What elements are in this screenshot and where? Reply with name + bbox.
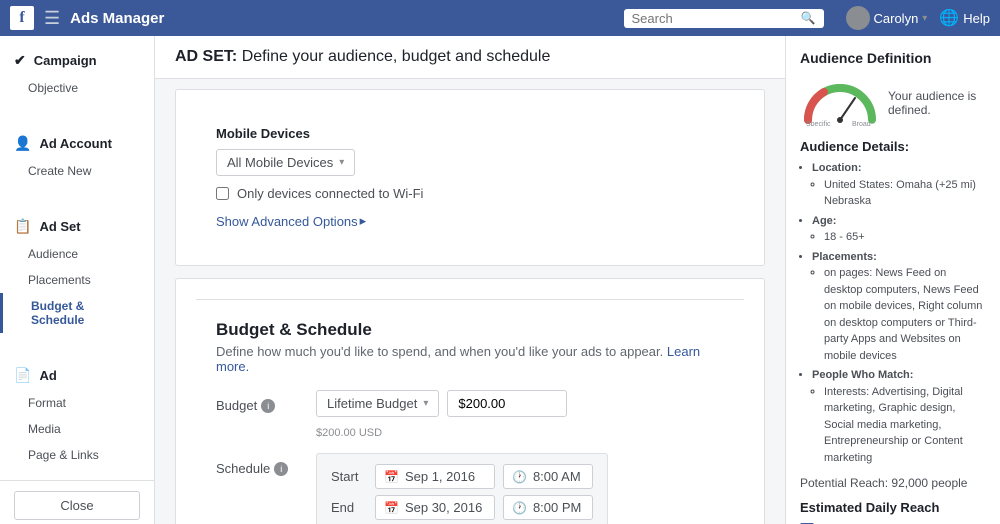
help-button[interactable]: 🌐 Help: [939, 8, 990, 28]
end-date-input[interactable]: 📅 Sep 30, 2016: [375, 495, 495, 520]
search-input[interactable]: [632, 11, 797, 26]
audience-def-title: Audience Definition: [800, 50, 986, 66]
sidebar-section-ad: 📄 Ad Format Media Page & Links: [0, 361, 154, 468]
sidebar-item-format[interactable]: Format: [0, 390, 154, 416]
audience-details-list: Location: United States: Omaha (+25 mi) …: [800, 160, 986, 466]
sidebar-section-ad-account: 👤 Ad Account Create New: [0, 129, 154, 184]
user-menu[interactable]: Carolyn ▾: [846, 6, 928, 30]
gauge-container: Specific Broad Your audience is defined.: [800, 76, 986, 129]
top-nav: f ☰ Ads Manager 🔍 Carolyn ▾ 🌐 Help: [0, 0, 1000, 36]
sidebar-item-ad-set[interactable]: 📋 Ad Set: [0, 212, 154, 241]
sidebar-item-ad-account[interactable]: 👤 Ad Account: [0, 129, 154, 158]
calendar-icon: 📅: [384, 470, 399, 484]
ad-set-icon: 📋: [14, 218, 31, 235]
ad-icon: 📄: [14, 367, 31, 384]
page-header-prefix: AD SET:: [175, 48, 237, 65]
gauge-wrap: Specific Broad: [800, 76, 880, 129]
schedule-grid: Start 📅 Sep 1, 2016 🕐 8:00 AM: [316, 453, 608, 524]
app-title: Ads Manager: [70, 10, 164, 27]
sidebar-item-create-new[interactable]: Create New: [0, 158, 154, 184]
close-button[interactable]: Close: [14, 491, 140, 520]
mobile-devices-select[interactable]: All Mobile Devices ▾: [216, 149, 355, 176]
top-nav-right: Carolyn ▾ 🌐 Help: [846, 6, 991, 30]
budget-control: Lifetime Budget ▾ $200.00 USD: [316, 390, 641, 439]
avatar: [846, 6, 870, 30]
right-panel: Audience Definition Specific Broad: [785, 36, 1000, 524]
audience-details-title: Audience Details:: [800, 139, 986, 154]
page-header-title: Define your audience, budget and schedul…: [242, 48, 551, 65]
sidebar-item-campaign[interactable]: ✔ Campaign: [0, 46, 154, 75]
budget-section: Budget & Schedule Define how much you'd …: [196, 299, 744, 524]
budget-type-select[interactable]: Lifetime Budget ▾: [316, 390, 439, 417]
wifi-checkbox[interactable]: [216, 187, 229, 200]
budget-schedule-card: Budget & Schedule Define how much you'd …: [175, 278, 765, 524]
detail-people-match: People Who Match: Interests: Advertising…: [812, 367, 986, 466]
mobile-devices-label: Mobile Devices: [216, 126, 724, 141]
start-row: Start 📅 Sep 1, 2016 🕐 8:00 AM: [331, 464, 593, 489]
sidebar-section-ad-set: 📋 Ad Set Audience Placements Budget & Sc…: [0, 212, 154, 333]
start-time-input[interactable]: 🕐 8:00 AM: [503, 464, 593, 489]
budget-title: Budget & Schedule: [216, 320, 724, 340]
facebook-logo: f: [10, 6, 34, 30]
sidebar-item-page-links[interactable]: Page & Links: [0, 442, 154, 468]
search-box: 🔍: [624, 9, 824, 28]
page-header: AD SET: Define your audience, budget and…: [155, 36, 785, 79]
sidebar-item-media[interactable]: Media: [0, 416, 154, 442]
audience-gauge: Specific Broad: [800, 76, 880, 126]
calendar-icon-end: 📅: [384, 501, 399, 515]
svg-text:Specific: Specific: [806, 121, 831, 126]
clock-icon-end: 🕐: [512, 501, 527, 515]
show-advanced-mobile-link[interactable]: Show Advanced Options ▸: [216, 213, 366, 229]
content-area: Mobile Devices All Mobile Devices ▾ Only…: [155, 79, 785, 524]
svg-text:Broad: Broad: [852, 121, 871, 126]
schedule-info-icon[interactable]: i: [274, 462, 288, 476]
globe-icon: 🌐: [939, 8, 959, 28]
detail-placements: Placements: on pages: News Feed on deskt…: [812, 249, 986, 365]
dropdown-chevron-icon: ▾: [339, 157, 344, 168]
potential-reach: Potential Reach: 92,000 people: [800, 476, 986, 490]
sidebar-item-budget-schedule[interactable]: Budget & Schedule: [0, 293, 154, 333]
campaign-check-icon: ✔: [14, 52, 26, 69]
schedule-control: Start 📅 Sep 1, 2016 🕐 8:00 AM: [316, 453, 608, 524]
schedule-label: Schedule i: [216, 453, 316, 476]
estimated-daily-title: Estimated Daily Reach: [800, 500, 986, 515]
end-label: End: [331, 500, 367, 515]
menu-icon[interactable]: ☰: [44, 8, 60, 29]
sidebar-section-campaign: ✔ Campaign Objective: [0, 46, 154, 101]
sidebar-item-placements[interactable]: Placements: [0, 267, 154, 293]
sidebar: ✔ Campaign Objective 👤 Ad Account Create…: [0, 36, 155, 524]
budget-hint: $200.00 USD: [316, 427, 641, 439]
start-label: Start: [331, 469, 367, 484]
sidebar-item-audience[interactable]: Audience: [0, 241, 154, 267]
search-icon: 🔍: [801, 11, 816, 25]
budget-amount-input[interactable]: [447, 390, 567, 417]
sidebar-item-objective[interactable]: Objective: [0, 75, 154, 101]
end-time-input[interactable]: 🕐 8:00 PM: [503, 495, 593, 520]
budget-description: Define how much you'd like to spend, and…: [216, 344, 724, 374]
main-content: AD SET: Define your audience, budget and…: [155, 36, 785, 524]
budget-info-icon[interactable]: i: [261, 399, 275, 413]
sidebar-item-ad[interactable]: 📄 Ad: [0, 361, 154, 390]
mobile-section: Mobile Devices All Mobile Devices ▾ Only…: [196, 110, 744, 245]
detail-location: Location: United States: Omaha (+25 mi) …: [812, 160, 986, 210]
end-row: End 📅 Sep 30, 2016 🕐 8:00 PM: [331, 495, 593, 520]
budget-label: Budget i: [216, 390, 316, 413]
ad-account-icon: 👤: [14, 135, 31, 152]
start-date-input[interactable]: 📅 Sep 1, 2016: [375, 464, 495, 489]
schedule-row: Schedule i Start 📅 Sep 1, 2016: [216, 453, 724, 524]
layout: ✔ Campaign Objective 👤 Ad Account Create…: [0, 36, 1000, 524]
detail-age: Age: 18 - 65+: [812, 213, 986, 246]
budget-type-chevron-icon: ▾: [423, 398, 428, 409]
sidebar-close-section: Close: [0, 480, 154, 524]
advanced-arrow-icon: ▸: [360, 213, 367, 229]
mobile-devices-card: Mobile Devices All Mobile Devices ▾ Only…: [175, 89, 765, 266]
wifi-checkbox-row: Only devices connected to Wi-Fi: [216, 186, 724, 201]
clock-icon: 🕐: [512, 470, 527, 484]
budget-row: Budget i Lifetime Budget ▾ $200.00 USD: [216, 390, 724, 439]
user-chevron-icon: ▾: [922, 13, 927, 24]
audience-defined-text: Your audience is defined.: [888, 89, 986, 117]
